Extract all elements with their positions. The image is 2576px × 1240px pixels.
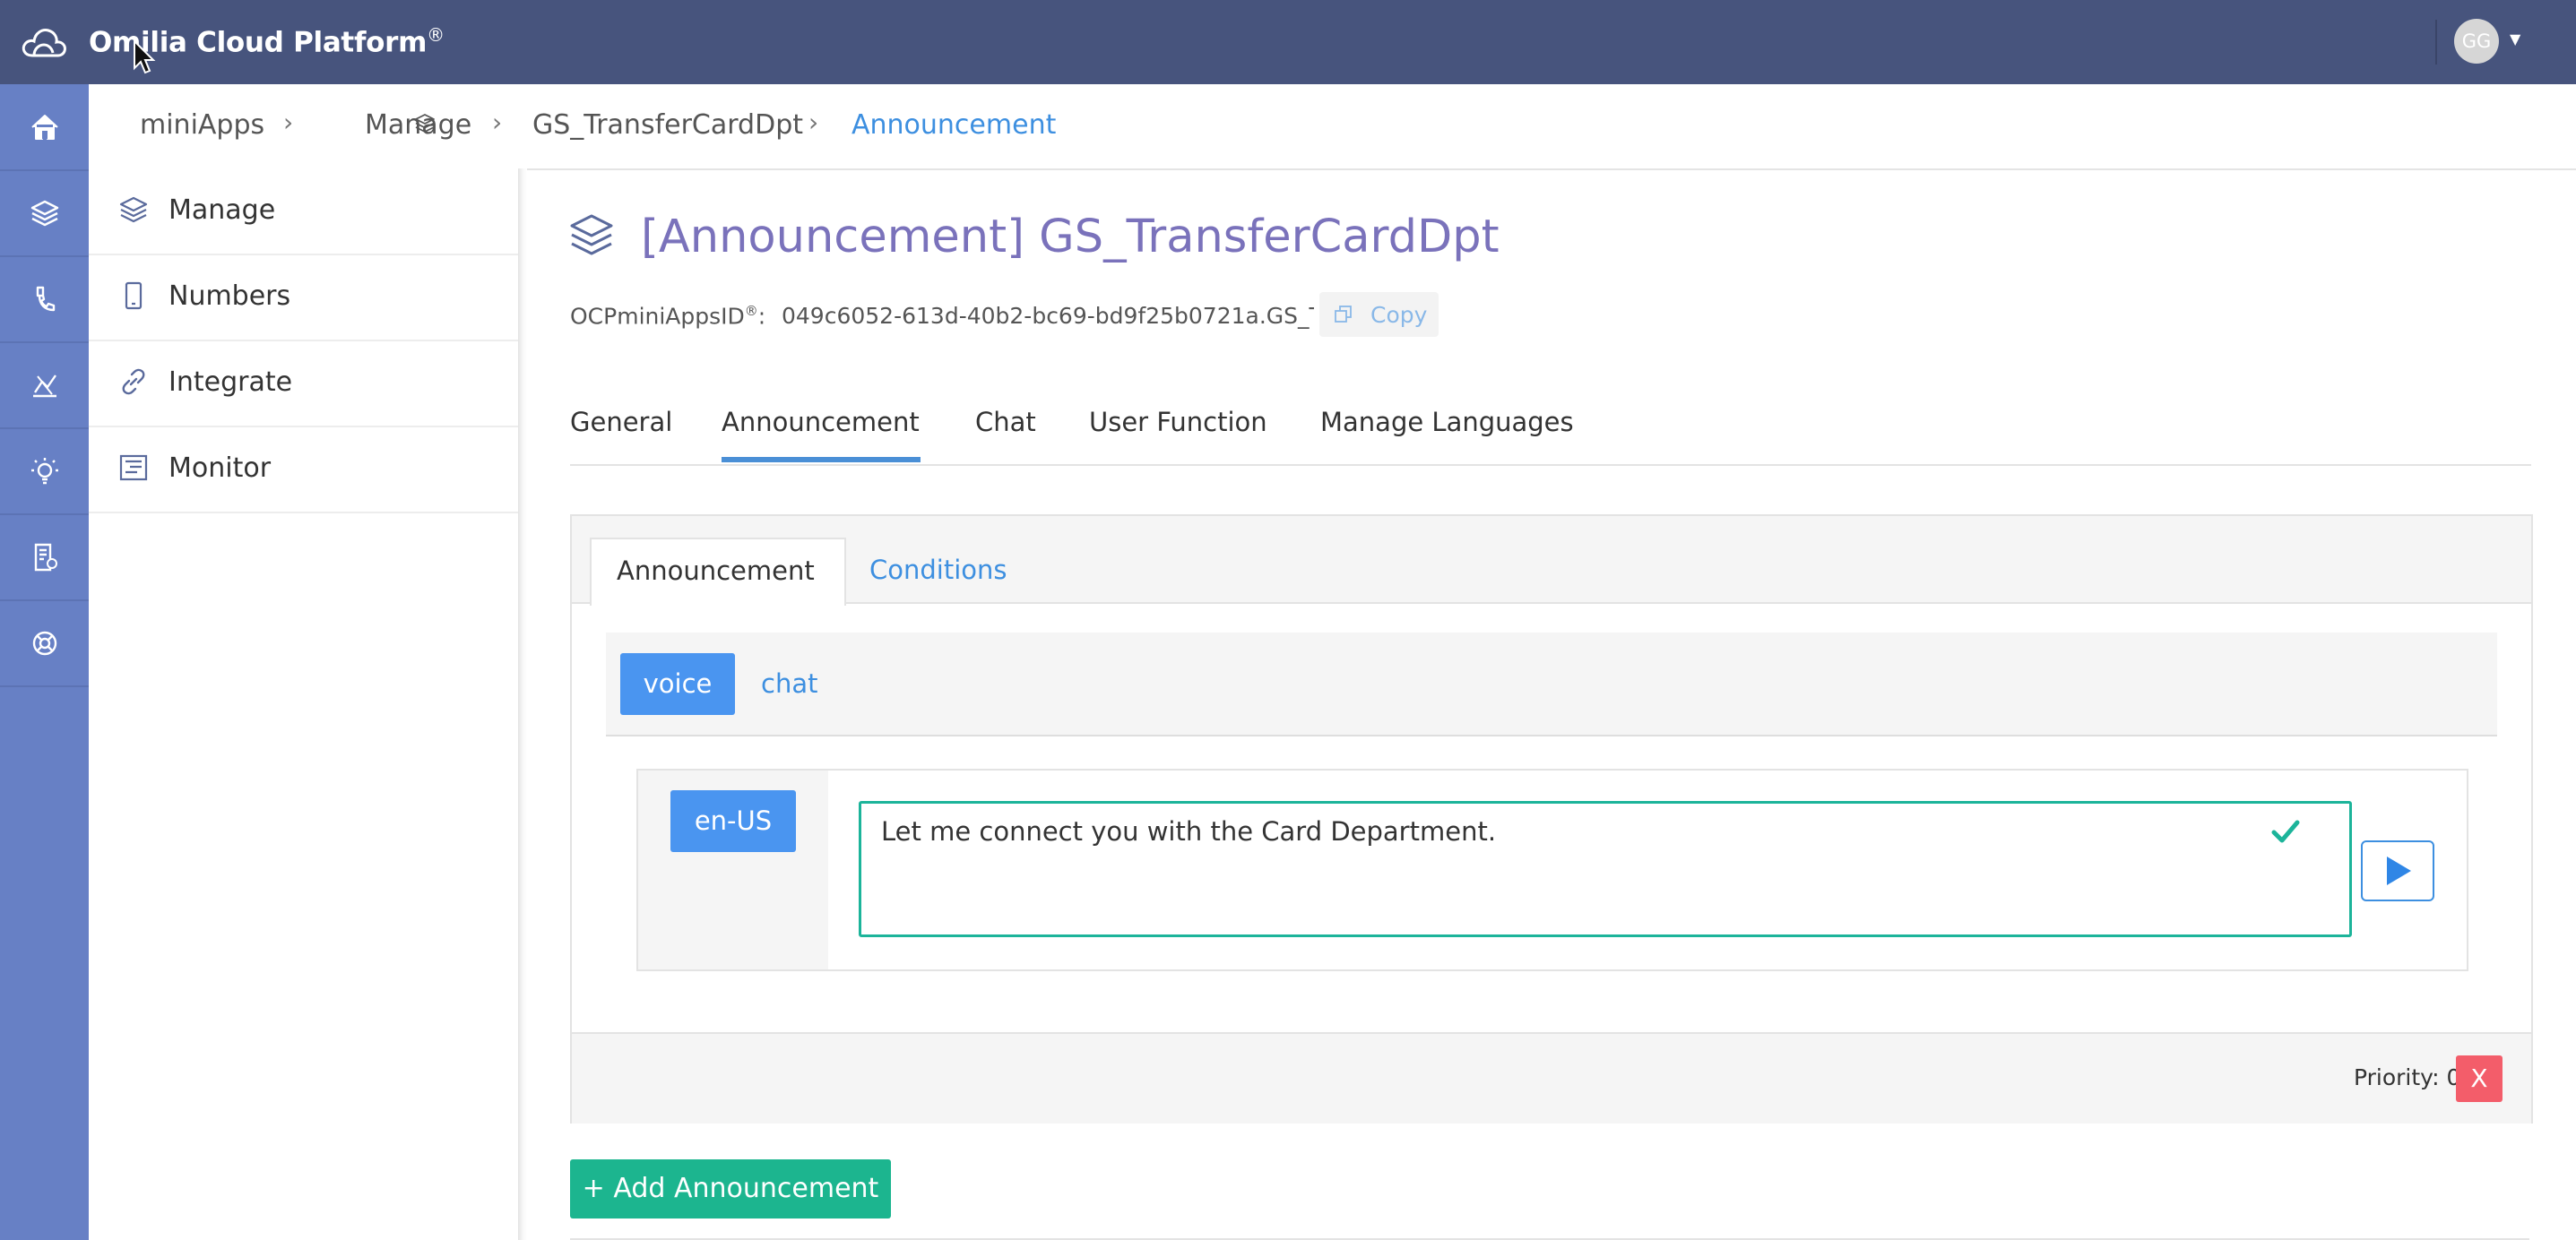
copy-label: Copy [1370, 302, 1428, 328]
breadcrumb-announcement: Announcement [851, 109, 1057, 141]
home-icon [30, 114, 58, 140]
announcement-text-input[interactable]: Let me connect you with the Card Departm… [859, 801, 2352, 937]
tab-manage-languages[interactable]: Manage Languages [1320, 407, 1574, 437]
layers-icon [30, 200, 58, 226]
sidebar-item-manage[interactable]: Manage [89, 168, 518, 255]
channel-chat-button[interactable]: chat [761, 668, 817, 699]
channel-voice-button[interactable]: voice [620, 653, 735, 715]
app-id-value: 049c6052-613d-40b2-bc69-bd9f25b0721a.GS_… [782, 303, 1314, 329]
copy-icon [1335, 306, 1352, 323]
remove-announcement-button[interactable]: X [2456, 1055, 2503, 1102]
breadcrumb-manage[interactable]: Manage [365, 109, 471, 141]
priority-label: Priority: 0 [2354, 1064, 2461, 1090]
app-id-label: OCPminiAppsID®: [570, 303, 766, 330]
user-avatar[interactable]: GG [2454, 19, 2499, 64]
rail-billing[interactable] [0, 514, 89, 601]
announcement-panel: Announcement Conditions voice chat en-US… [570, 514, 2533, 1124]
sidebar-item-numbers[interactable]: Numbers [89, 254, 518, 341]
monitor-icon [119, 454, 148, 481]
mobile-icon [125, 281, 143, 310]
sidebar-item-monitor[interactable]: Monitor [89, 426, 518, 513]
sidebar-item-integrate[interactable]: Integrate [89, 340, 518, 427]
rail-insights[interactable] [0, 428, 89, 515]
caret-down-icon[interactable]: ▼ [2510, 30, 2520, 47]
panel-header: Announcement Conditions [572, 516, 2531, 606]
rail-manage[interactable] [0, 170, 89, 257]
icon-rail [0, 84, 89, 1240]
page-title: [Announcement] GS_TransferCardDpt [641, 211, 1500, 263]
breadcrumb-gs-transfercarddpt[interactable]: GS_TransferCardDpt [532, 109, 803, 141]
phone-plug-icon [36, 286, 55, 311]
mouse-cursor-icon [134, 39, 156, 74]
language-column: en-US [638, 771, 828, 969]
topbar-divider [2435, 20, 2437, 65]
subtab-conditions[interactable]: Conditions [869, 555, 1007, 585]
sidebar: Manage Numbers Integrate Monitor [89, 168, 519, 1240]
tab-chat[interactable]: Chat [975, 407, 1036, 437]
add-announcement-button[interactable]: + Add Announcement [570, 1159, 891, 1218]
check-icon [2271, 820, 2300, 843]
layers-icon [119, 196, 148, 223]
breadcrumb: miniApps › Manage › GS_TransferCardDpt ›… [89, 84, 2576, 170]
rail-support[interactable] [0, 600, 89, 687]
play-icon [2387, 857, 2411, 885]
language-badge[interactable]: en-US [670, 790, 796, 852]
play-button[interactable] [2361, 840, 2434, 901]
rail-analytics[interactable] [0, 342, 89, 429]
tab-bar: General Announcement Chat User Function … [570, 394, 2531, 466]
sidebar-item-label: Manage [169, 194, 276, 226]
analytics-icon [32, 374, 56, 397]
breadcrumb-separator: › [492, 108, 503, 137]
announcement-text: Let me connect you with the Card Departm… [881, 816, 1497, 847]
subtab-announcement[interactable]: Announcement [590, 538, 846, 606]
channel-bar: voice chat [606, 633, 2497, 736]
tab-general[interactable]: General [570, 407, 672, 437]
layers-icon [570, 214, 613, 255]
breadcrumb-miniapps[interactable]: miniApps [140, 109, 264, 141]
top-bar: Omilia Cloud Platform® GG ▼ [0, 0, 2576, 84]
sidebar-item-label: Integrate [169, 366, 293, 398]
sidebar-shadow [518, 168, 527, 1240]
link-icon [122, 368, 145, 395]
active-tab-indicator [722, 457, 921, 462]
sidebar-item-label: Monitor [169, 452, 272, 484]
panel-footer: Priority: 0 X [572, 1032, 2531, 1124]
sidebar-item-label: Numbers [169, 280, 291, 312]
copy-button[interactable]: Copy [1319, 292, 1439, 337]
cloud-logo-icon[interactable] [20, 22, 68, 63]
tab-announcement[interactable]: Announcement [722, 407, 920, 437]
rail-home[interactable] [0, 84, 89, 171]
billing-icon [34, 543, 57, 571]
language-row: en-US Let me connect you with the Card D… [636, 769, 2468, 971]
lightbulb-icon [30, 457, 58, 484]
breadcrumb-separator: › [808, 108, 819, 137]
support-icon [32, 631, 56, 655]
breadcrumb-separator: › [283, 108, 294, 137]
subtab-label: Announcement [617, 555, 815, 586]
rail-numbers[interactable] [0, 256, 89, 343]
tab-user-function[interactable]: User Function [1089, 407, 1267, 437]
